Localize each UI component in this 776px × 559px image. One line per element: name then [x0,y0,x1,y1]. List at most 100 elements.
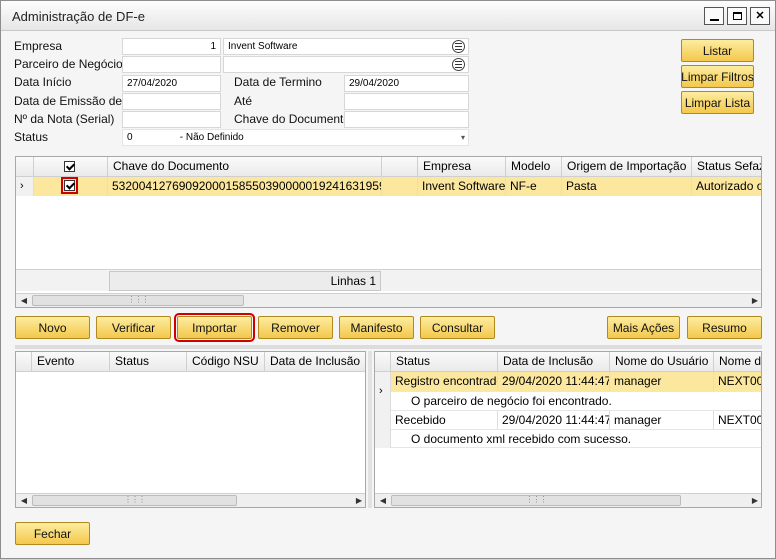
column-status[interactable]: Status [110,352,187,372]
column-codigo-nsu[interactable]: Código NSU [187,352,265,372]
cell-log-data: 29/04/2020 11:44:47 [498,372,610,391]
main-grid-scrollbar[interactable]: ◀ ⋮⋮⋮ ▶ [16,293,761,307]
window-title: Administração de DF-e [12,9,145,24]
splitter-horizontal[interactable] [15,345,762,349]
table-row[interactable]: › 53200412769092000158550390000019241631… [16,177,761,197]
close-icon: ✕ [755,9,765,22]
cell-log-nome: NEXT005 [714,410,761,429]
log-grid-scrollbar[interactable]: ◀ ⋮⋮⋮ ▶ [375,493,761,507]
splitter-vertical[interactable] [368,351,372,508]
data-emissao-label: Data de Emissão de [14,94,123,108]
select-all-header[interactable] [34,157,108,177]
mais-acoes-button[interactable]: Mais Ações [607,316,680,339]
cell-origem: Pasta [562,177,692,196]
nota-label: Nº da Nota (Serial) [14,112,115,126]
events-grid: Evento Status Código NSU Data de Inclusã… [15,351,366,508]
column-log-status[interactable]: Status [391,352,498,372]
log-grid: Status Data de Inclusão Nome do Usuário … [374,351,762,508]
parceiro-code-field[interactable] [122,56,221,73]
cell-modelo: NF-e [506,177,562,196]
scroll-thumb[interactable]: ⋮⋮⋮ [32,295,244,306]
events-grid-scrollbar[interactable]: ◀ ⋮⋮⋮ ▶ [16,493,365,507]
scroll-thumb[interactable]: ⋮⋮⋮ [32,495,237,506]
select-all-checkbox[interactable] [64,161,75,172]
chevron-down-icon: ▾ [460,133,465,142]
chave-label: Chave do Documento [234,112,351,126]
limpar-filtros-button[interactable]: Limpar Filtros [681,65,754,88]
row-checkbox-cell[interactable] [34,177,108,196]
cell-empresa: Invent Software [418,177,506,196]
column-data-inclusao[interactable]: Data de Inclusão [265,352,365,372]
listar-button[interactable]: Listar [681,39,754,62]
limpar-lista-button[interactable]: Limpar Lista [681,91,754,114]
chave-field[interactable] [344,111,469,128]
cell-status-sefaz: Autorizado o uso [692,177,761,196]
consultar-button[interactable]: Consultar [420,316,495,339]
manifesto-button[interactable]: Manifesto [339,316,414,339]
table-row[interactable]: › Registro encontrado 29/04/2020 11:44:4… [375,372,761,410]
events-selector-header [16,352,32,372]
status-text: - Não Definido [179,132,244,143]
maximize-icon [732,12,742,20]
scroll-right-icon[interactable]: ▶ [749,295,761,307]
column-evento[interactable]: Evento [32,352,110,372]
verificar-button[interactable]: Verificar [96,316,171,339]
column-origem[interactable]: Origem de Importação [562,157,692,177]
data-termino-label: Data de Termino [234,75,322,89]
status-code: 0 [127,132,133,143]
empresa-code-field[interactable]: 1 [122,38,221,55]
nota-field[interactable] [122,111,221,128]
data-inicio-field[interactable]: 27/04/2020 [122,75,221,92]
column-log-nome[interactable]: Nome da [714,352,761,372]
column-log-usuario[interactable]: Nome do Usuário [610,352,714,372]
row-checkbox[interactable] [61,177,78,194]
maximize-button[interactable] [727,7,747,25]
scroll-left-icon[interactable]: ◀ [18,495,30,507]
novo-button[interactable]: Novo [15,316,90,339]
row-pointer-icon: › [375,372,391,410]
status-label: Status [14,130,49,144]
empresa-list-icon[interactable] [452,40,465,53]
ate-field[interactable] [344,93,469,110]
ate-label: Até [234,94,253,108]
close-button[interactable]: ✕ [750,7,770,25]
data-termino-field[interactable]: 29/04/2020 [344,75,469,92]
column-blank[interactable] [382,157,418,177]
documents-grid: Chave do Documento Empresa Modelo Origem… [15,156,762,308]
title-bar[interactable]: Administração de DF-e ✕ [1,1,775,31]
scroll-left-icon[interactable]: ◀ [377,495,389,507]
remover-button[interactable]: Remover [258,316,333,339]
column-empresa[interactable]: Empresa [418,157,506,177]
parceiro-list-icon[interactable] [452,58,465,71]
lines-count: Linhas 1 [330,274,376,288]
cell-log-detail: O documento xml recebido com sucesso. [391,429,761,448]
cell-log-data: 29/04/2020 11:44:47 [498,410,610,429]
scroll-right-icon[interactable]: ▶ [749,495,761,507]
scroll-right-icon[interactable]: ▶ [353,495,365,507]
minimize-button[interactable] [704,7,724,25]
scroll-thumb[interactable]: ⋮⋮⋮ [391,495,681,506]
minimize-icon [709,18,719,21]
row-pointer-icon: › [16,177,34,196]
column-modelo[interactable]: Modelo [506,157,562,177]
table-row[interactable]: Recebido 29/04/2020 11:44:47 manager NEX… [375,410,761,448]
cell-log-status: Recebido [391,410,498,429]
row-selector-header [16,157,34,177]
empresa-label: Empresa [14,39,63,53]
column-log-data[interactable]: Data de Inclusão [498,352,610,372]
empresa-name-field[interactable]: Invent Software [223,38,469,55]
column-chave[interactable]: Chave do Documento [108,157,382,177]
cell-log-nome: NEXT005 [714,372,761,391]
row-selector [375,410,391,448]
status-select[interactable]: 0 - Não Definido ▾ [122,129,469,146]
parceiro-name-field[interactable] [223,56,469,73]
scroll-left-icon[interactable]: ◀ [18,295,30,307]
fechar-button[interactable]: Fechar [15,522,90,545]
importar-button[interactable]: Importar [174,313,255,342]
cell-log-status: Registro encontrado [391,372,498,391]
log-selector-header [375,352,391,372]
column-status-sefaz[interactable]: Status Sefaz [692,157,761,177]
resumo-button[interactable]: Resumo [687,316,762,339]
grid-footer: Linhas 1 [16,269,761,291]
data-emissao-field[interactable] [122,93,221,110]
